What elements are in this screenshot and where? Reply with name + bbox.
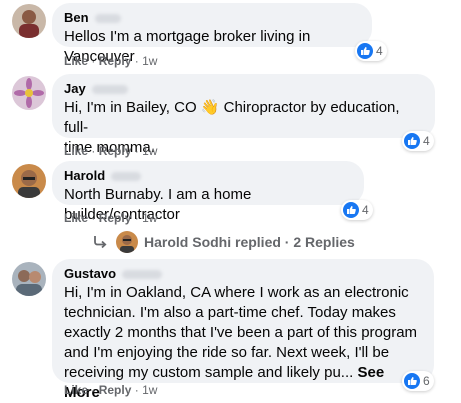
reply-arrow-icon [94,236,107,249]
blurred-surname [94,14,121,24]
like-icon [404,133,420,149]
reply-link[interactable]: Reply [99,211,132,225]
separator: · [91,54,96,68]
avatar[interactable] [12,262,46,296]
reaction-number: 4 [376,44,383,58]
avatar[interactable] [12,76,46,110]
reaction-number: 4 [362,203,369,217]
timestamp[interactable]: 1w [142,383,157,397]
like-link[interactable]: Like [64,211,88,225]
separator: · [91,144,96,158]
separator: · [134,144,139,158]
separator: · [134,54,139,68]
truncated-text: receiving my custom sample and likely pu… [64,364,354,381]
reply-link[interactable]: Reply [99,54,132,68]
comment-actions: Like · Reply · 1w [64,53,157,69]
commenter-name[interactable]: Jay [64,81,86,96]
separator: · [134,211,139,225]
view-replies-link[interactable]: Harold Sodhi replied · 2 Replies [92,231,355,253]
commenter-name[interactable]: Harold [64,168,105,183]
avatar[interactable] [12,164,46,198]
separator: · [91,383,96,397]
timestamp[interactable]: 1w [142,211,157,225]
separator: · [91,211,96,225]
comment-bubble: Ben Hellos I'm a mortgage broker living … [52,3,372,65]
separator: · [134,383,139,397]
reply-link[interactable]: Reply [99,144,132,158]
timestamp[interactable]: 1w [142,144,157,158]
avatar[interactable] [12,4,46,38]
comment-bubble: Jay Hi, I'm in Bailey, CO 👋 Chiropractor… [52,74,435,156]
replies-text: Harold Sodhi replied · 2 Replies [144,234,355,250]
commenter-name[interactable]: Ben [64,10,89,25]
blurred-surname [111,172,142,182]
like-link[interactable]: Like [64,54,88,68]
commenter-name[interactable]: Gustavo [64,266,116,281]
blurred-surname [122,270,163,280]
comment-actions: Like · Reply · 1w [64,210,157,226]
reaction-count[interactable]: 6 [402,371,434,391]
comment-actions: Like · Reply · 1w [64,382,157,398]
comment-bubble: Harold North Burnaby. I am a home builde… [52,161,364,223]
like-icon [343,202,359,218]
like-icon [357,43,373,59]
timestamp[interactable]: 1w [142,54,157,68]
reaction-count[interactable]: 4 [402,131,434,151]
comment-text-line-1: Hi, I'm in Bailey, CO 👋 Chiropractor by … [64,99,400,136]
like-icon [404,373,420,389]
comment-bubble: Gustavo Hi, I'm in Oakland, CA where I w… [52,259,434,401]
like-link[interactable]: Like [64,383,88,397]
blurred-surname [91,85,128,95]
comment-text-line-3: exactly 2 months that I've been a part o… [64,324,418,341]
reaction-number: 6 [423,374,430,388]
reaction-number: 4 [423,134,430,148]
comment-text-line-4: and I'm enjoying the ride so far. Next w… [64,344,390,361]
comment-actions: Like · Reply · 1w [64,143,157,159]
reply-link[interactable]: Reply [99,383,132,397]
reaction-count[interactable]: 4 [355,41,387,61]
comment-text-line-1: Hi, I'm in Oakland, CA where I work as a… [64,284,409,301]
replier-avatar [116,231,138,253]
comment-text-line-2: technician. I'm also a part-time chef. T… [64,304,396,321]
like-link[interactable]: Like [64,144,88,158]
reaction-count[interactable]: 4 [341,200,373,220]
